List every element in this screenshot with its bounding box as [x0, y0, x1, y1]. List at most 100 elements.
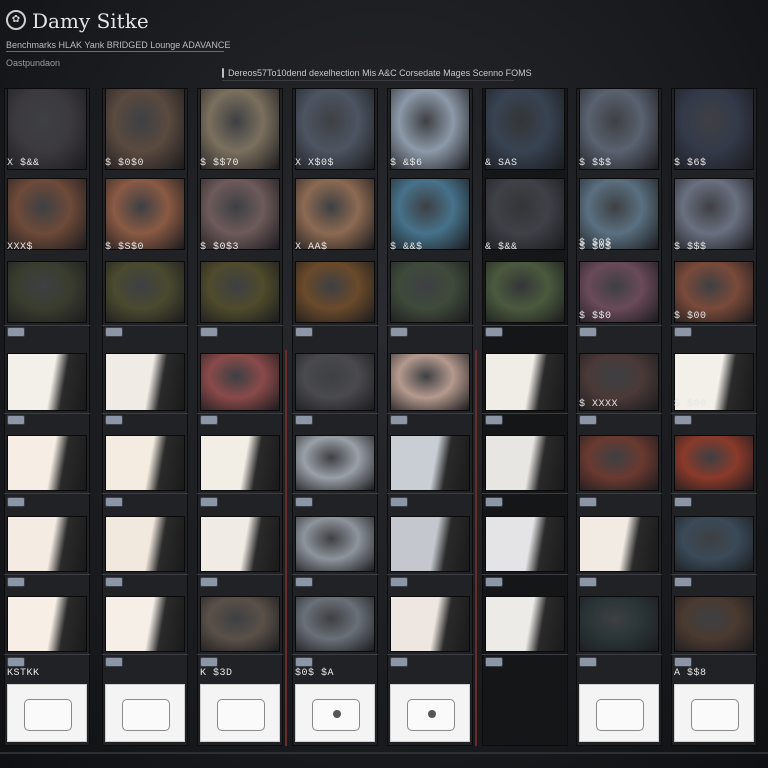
tag-badge[interactable] — [296, 328, 312, 336]
product-card[interactable] — [390, 684, 470, 742]
image-thumbnail[interactable] — [390, 353, 470, 411]
tag-badge[interactable] — [580, 416, 596, 424]
image-thumbnail[interactable] — [105, 516, 185, 572]
row-divider — [387, 413, 473, 414]
product-card[interactable] — [579, 684, 659, 742]
image-thumbnail[interactable] — [485, 261, 565, 323]
product-card[interactable] — [7, 684, 87, 742]
image-thumbnail[interactable] — [105, 596, 185, 652]
tag-badge[interactable] — [106, 578, 122, 586]
tag-badge[interactable] — [296, 498, 312, 506]
tag-badge[interactable] — [486, 658, 502, 666]
image-thumbnail[interactable] — [7, 261, 87, 323]
tag-badge[interactable] — [486, 498, 502, 506]
image-thumbnail[interactable] — [200, 435, 280, 491]
product-card[interactable] — [295, 684, 375, 742]
image-thumbnail[interactable] — [200, 596, 280, 652]
gallery-column: $ $$70 $ $0$3 K $3D — [197, 88, 287, 746]
image-thumbnail[interactable] — [105, 435, 185, 491]
tag-badge[interactable] — [486, 328, 502, 336]
product-card[interactable] — [200, 684, 280, 742]
tag-badge[interactable] — [106, 416, 122, 424]
row-divider — [4, 493, 90, 494]
tag-badge[interactable] — [580, 498, 596, 506]
tag-badge[interactable] — [8, 416, 24, 424]
tag-badge[interactable] — [675, 416, 691, 424]
image-thumbnail[interactable] — [105, 261, 185, 323]
image-thumbnail[interactable] — [7, 596, 87, 652]
image-thumbnail[interactable] — [674, 435, 754, 491]
image-thumbnail[interactable] — [390, 435, 470, 491]
row-divider — [4, 574, 90, 575]
image-thumbnail[interactable] — [390, 178, 470, 250]
tag-badge[interactable] — [675, 578, 691, 586]
tag-badge[interactable] — [486, 416, 502, 424]
tag-badge[interactable] — [580, 578, 596, 586]
tag-badge[interactable] — [106, 328, 122, 336]
tag-badge[interactable] — [201, 578, 217, 586]
tag-badge[interactable] — [580, 658, 596, 666]
image-thumbnail[interactable] — [7, 435, 87, 491]
tag-badge[interactable] — [391, 578, 407, 586]
tag-badge[interactable] — [675, 498, 691, 506]
logo-icon[interactable]: ✿ — [6, 10, 26, 30]
image-thumbnail[interactable] — [295, 435, 375, 491]
image-thumbnail[interactable] — [579, 596, 659, 652]
image-thumbnail[interactable] — [485, 516, 565, 572]
price-label: $ $$$ — [674, 242, 707, 253]
tag-badge[interactable] — [296, 416, 312, 424]
image-thumbnail[interactable] — [674, 178, 754, 250]
image-thumbnail[interactable] — [485, 353, 565, 411]
tag-badge[interactable] — [675, 658, 691, 666]
row-divider — [387, 574, 473, 575]
tag-badge[interactable] — [391, 416, 407, 424]
tag-badge[interactable] — [201, 658, 217, 666]
image-thumbnail[interactable] — [295, 596, 375, 652]
search-icon[interactable] — [222, 68, 224, 78]
image-thumbnail[interactable] — [579, 516, 659, 572]
image-thumbnail[interactable] — [579, 435, 659, 491]
image-thumbnail[interactable] — [7, 353, 87, 411]
image-thumbnail[interactable] — [200, 261, 280, 323]
image-thumbnail[interactable] — [295, 353, 375, 411]
tag-badge[interactable] — [391, 328, 407, 336]
product-card[interactable] — [674, 684, 754, 742]
image-thumbnail[interactable] — [390, 596, 470, 652]
image-thumbnail[interactable] — [390, 261, 470, 323]
image-thumbnail[interactable] — [485, 596, 565, 652]
search-bar[interactable]: Dereos57To10dend dexelhection Mis A&C Co… — [222, 66, 532, 81]
tag-badge[interactable] — [296, 578, 312, 586]
tag-badge[interactable] — [8, 328, 24, 336]
image-thumbnail[interactable] — [674, 516, 754, 572]
image-thumbnail[interactable] — [200, 516, 280, 572]
image-thumbnail[interactable] — [105, 353, 185, 411]
tag-badge[interactable] — [106, 498, 122, 506]
tag-badge[interactable] — [8, 658, 24, 666]
tag-badge[interactable] — [580, 328, 596, 336]
tag-badge[interactable] — [106, 658, 122, 666]
tag-badge[interactable] — [201, 416, 217, 424]
image-thumbnail[interactable] — [295, 178, 375, 250]
image-thumbnail[interactable] — [485, 435, 565, 491]
image-thumbnail[interactable] — [7, 516, 87, 572]
image-thumbnail[interactable] — [7, 178, 87, 250]
tag-badge[interactable] — [8, 578, 24, 586]
image-thumbnail[interactable] — [674, 596, 754, 652]
row-divider — [102, 654, 188, 655]
tag-badge[interactable] — [486, 578, 502, 586]
tag-badge[interactable] — [8, 498, 24, 506]
image-thumbnail[interactable] — [200, 178, 280, 250]
image-thumbnail[interactable] — [390, 516, 470, 572]
image-thumbnail[interactable] — [485, 178, 565, 250]
tag-badge[interactable] — [296, 658, 312, 666]
tag-badge[interactable] — [391, 498, 407, 506]
product-card[interactable] — [105, 684, 185, 742]
tag-badge[interactable] — [391, 658, 407, 666]
tag-badge[interactable] — [201, 498, 217, 506]
image-thumbnail[interactable] — [295, 261, 375, 323]
tag-badge[interactable] — [201, 328, 217, 336]
image-thumbnail[interactable] — [295, 516, 375, 572]
tag-badge[interactable] — [675, 328, 691, 336]
image-thumbnail[interactable] — [200, 353, 280, 411]
image-thumbnail[interactable] — [105, 178, 185, 250]
